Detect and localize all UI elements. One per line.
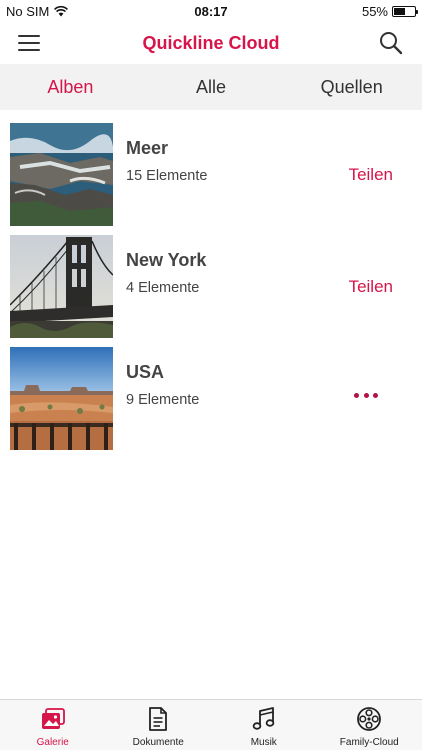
share-button[interactable]: Teilen xyxy=(349,277,393,297)
tab-alle[interactable]: Alle xyxy=(141,64,282,110)
share-button[interactable]: Teilen xyxy=(349,165,393,185)
tabbar-label: Family-Cloud xyxy=(339,737,399,748)
tabbar-label: Dokumente xyxy=(132,737,184,748)
album-name: Meer xyxy=(126,138,169,158)
bridge-image xyxy=(10,235,113,338)
more-icon-dot xyxy=(363,392,369,398)
tabbar-label: Galerie xyxy=(36,737,69,748)
album-row-meer[interactable]: Meer 15 Elemente Teilen xyxy=(0,120,422,232)
album-item-count: 9 Elemente xyxy=(126,392,200,408)
tabbar-item-galerie[interactable]: Galerie xyxy=(0,700,106,750)
tab-alben[interactable]: Alben xyxy=(0,64,141,110)
tabbar-label: Musik xyxy=(250,737,277,748)
more-icon-dot xyxy=(354,392,359,398)
tabbar-item-musik[interactable]: Musik xyxy=(211,700,317,750)
navigation-bar: Quickline Cloud xyxy=(0,22,422,64)
bottom-tab-bar: Galerie Dokumente Musik Family-Cloud xyxy=(0,699,422,750)
album-name: New York xyxy=(126,250,207,270)
tab-quellen[interactable]: Quellen xyxy=(281,64,422,110)
document-icon xyxy=(149,707,168,731)
tabbar-item-dokumente[interactable]: Dokumente xyxy=(106,700,212,750)
film-reel-icon xyxy=(357,707,382,731)
search-button[interactable] xyxy=(378,30,404,56)
battery-icon xyxy=(392,6,418,17)
status-right: 55% xyxy=(361,4,418,19)
album-name: USA xyxy=(126,362,165,382)
album-item-count: 15 Elemente xyxy=(126,168,208,184)
album-list: Meer 15 Elemente Teilen New York 4 Eleme… xyxy=(0,120,422,456)
battery-percentage: 55% xyxy=(361,4,388,19)
tabbar-item-family-cloud[interactable]: Family-Cloud xyxy=(317,700,422,750)
album-item-count: 4 Elemente xyxy=(126,280,200,296)
album-thumbnail-usa xyxy=(10,347,113,450)
album-row-new-york[interactable]: New York 4 Elemente Teilen xyxy=(0,232,422,344)
album-thumbnail-new-york xyxy=(10,235,113,338)
status-time: 08:17 xyxy=(194,4,228,19)
music-note-icon xyxy=(252,707,275,730)
album-thumbnail-meer xyxy=(10,123,113,226)
segment-tabs: Alben Alle Quellen xyxy=(0,64,422,110)
desert-image xyxy=(10,347,113,450)
sea-rocks-image xyxy=(10,123,113,226)
more-icon-dot xyxy=(373,392,378,398)
album-row-usa[interactable]: USA 9 Elemente xyxy=(0,344,422,456)
status-bar: No SIM 08:17 55% xyxy=(0,0,422,22)
more-options-button[interactable] xyxy=(354,388,378,402)
page-title: Quickline Cloud xyxy=(142,33,280,53)
gallery-icon xyxy=(41,708,65,729)
battery-level xyxy=(394,8,405,15)
search-icon xyxy=(380,32,403,55)
